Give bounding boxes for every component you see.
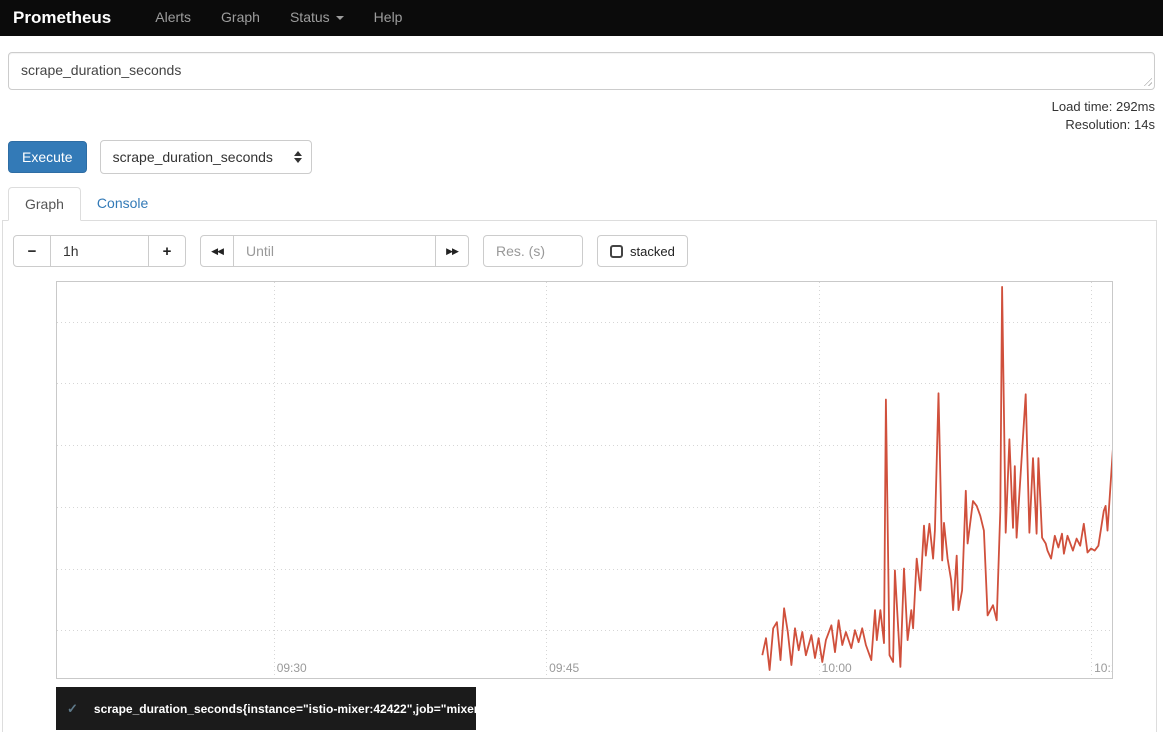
load-time: Load time: 292ms (8, 98, 1155, 116)
line-chart-svg (57, 282, 1112, 678)
range-grow-button[interactable]: + (148, 235, 186, 267)
chart-area: 0.010.010.010.000.000.0009:3009:4510:001… (56, 281, 1111, 679)
x-axis-tick-label: 10:15 (1094, 661, 1113, 675)
range-input-group: − + (13, 235, 186, 267)
eval-stats: Load time: 292ms Resolution: 14s (8, 98, 1155, 133)
tab-bar: Graph Console (2, 187, 1157, 221)
nav-label: Alerts (155, 9, 191, 25)
execute-button[interactable]: Execute (8, 141, 87, 173)
execute-row: Execute scrape_duration_seconds (8, 140, 1155, 174)
stacked-label: stacked (630, 244, 675, 259)
metric-select-value: scrape_duration_seconds (113, 149, 273, 165)
forward-button[interactable]: ▶▶ (435, 235, 469, 267)
expression-wrap: scrape_duration_seconds (8, 52, 1155, 90)
nav-item-status[interactable]: Status (275, 0, 359, 36)
nav-item-help[interactable]: Help (359, 0, 418, 36)
x-axis-tick-label: 09:45 (549, 661, 579, 675)
caret-down-icon (336, 16, 344, 20)
metric-select[interactable]: scrape_duration_seconds (100, 140, 312, 174)
series-label: scrape_duration_seconds{instance="istio-… (94, 702, 489, 716)
nav-item-graph[interactable]: Graph (206, 0, 275, 36)
x-axis-tick-label: 10:00 (822, 661, 852, 675)
series-line (762, 287, 1112, 670)
tab-console[interactable]: Console (81, 187, 164, 220)
range-shrink-button[interactable]: − (13, 235, 51, 267)
select-arrows-icon (294, 151, 302, 163)
time-input-group: ◀◀ ▶▶ (200, 235, 469, 267)
legend-row[interactable]: ✓ scrape_duration_seconds{instance="isti… (56, 687, 476, 730)
range-input[interactable] (51, 235, 149, 267)
plot-canvas[interactable]: 0.010.010.010.000.000.0009:3009:4510:001… (56, 281, 1113, 679)
nav-label: Help (374, 9, 403, 25)
graph-panel-body: − + ◀◀ ▶▶ stacked 0.010.010.010.000.000.… (2, 221, 1157, 732)
stacked-toggle-button[interactable]: stacked (597, 235, 688, 267)
nav-label: Status (290, 9, 330, 25)
graph-panel: Graph Console − + ◀◀ ▶▶ stacked (2, 187, 1157, 732)
expression-input[interactable]: scrape_duration_seconds (8, 52, 1155, 90)
rewind-button[interactable]: ◀◀ (200, 235, 234, 267)
check-icon[interactable]: ✓ (67, 701, 78, 717)
resolution-input[interactable] (483, 235, 583, 267)
brand-prometheus[interactable]: Prometheus (0, 0, 124, 36)
tab-graph[interactable]: Graph (8, 187, 81, 221)
checkbox-icon (610, 245, 623, 258)
nav-item-alerts[interactable]: Alerts (140, 0, 206, 36)
resolution: Resolution: 14s (8, 116, 1155, 134)
until-input[interactable] (234, 235, 436, 267)
nav-label: Graph (221, 9, 260, 25)
graph-controls: − + ◀◀ ▶▶ stacked (13, 235, 1146, 267)
top-navbar: Prometheus Alerts Graph Status Help (0, 0, 1163, 36)
x-axis-tick-label: 09:30 (277, 661, 307, 675)
